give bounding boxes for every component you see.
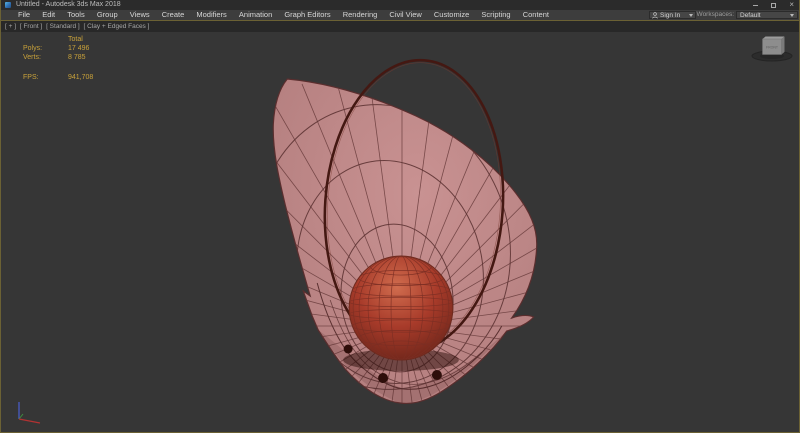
- rim-hole: [432, 370, 442, 380]
- workspaces-value: Default: [740, 12, 761, 19]
- 3d-scene: [1, 32, 799, 432]
- maximize-button[interactable]: [771, 3, 776, 8]
- menu-item-customize[interactable]: Customize: [429, 10, 474, 20]
- menu-item-views[interactable]: Views: [125, 10, 155, 20]
- x-axis: [19, 419, 40, 423]
- menu-bar: File Edit Tools Group Views Create Modif…: [1, 10, 799, 20]
- workspaces-dropdown[interactable]: Default: [736, 11, 798, 19]
- stats-polys-value: 17 496: [68, 45, 89, 53]
- menu-bar-items: File Edit Tools Group Views Create Modif…: [13, 10, 553, 20]
- viewport-label-bar: [ + ] [ Front ] [ Standard ] [ Clay + Ed…: [1, 21, 799, 32]
- menu-item-group[interactable]: Group: [92, 10, 123, 20]
- sign-in-button[interactable]: Sign In: [649, 11, 696, 19]
- user-icon: [652, 12, 658, 19]
- stats-verts-label: Verts:: [23, 54, 41, 62]
- window-title: Untitled - Autodesk 3ds Max 2018: [16, 1, 121, 8]
- viewcube-side-face: [782, 37, 785, 55]
- menu-item-civil-view[interactable]: Civil View: [384, 10, 426, 20]
- viewcube-front-label: FRONT: [766, 46, 779, 50]
- stats-header: Total: [68, 36, 83, 44]
- shell-wireframe: [141, 64, 664, 432]
- viewport-standard-menu[interactable]: [ Standard ]: [46, 21, 80, 32]
- stats-fps-value: 941,708: [68, 74, 93, 82]
- close-button[interactable]: ×: [789, 0, 794, 10]
- chevron-down-icon: [790, 14, 794, 17]
- rim-hole: [378, 373, 388, 383]
- world-axis-gizmo: [14, 401, 44, 427]
- menu-item-animation[interactable]: Animation: [234, 10, 277, 20]
- minimize-button[interactable]: [753, 5, 758, 6]
- stats-polys-label: Polys:: [23, 45, 42, 53]
- title-bar: Untitled - Autodesk 3ds Max 2018 ×: [1, 0, 799, 10]
- viewcube[interactable]: FRONT: [749, 33, 795, 63]
- menu-item-file[interactable]: File: [13, 10, 35, 20]
- menu-item-modifiers[interactable]: Modifiers: [191, 10, 231, 20]
- viewport-general-menu[interactable]: [ + ]: [5, 21, 16, 32]
- menu-item-graph-editors[interactable]: Graph Editors: [279, 10, 335, 20]
- pearl-sphere: [349, 256, 453, 360]
- stats-fps-label: FPS:: [23, 74, 39, 82]
- menu-item-rendering[interactable]: Rendering: [338, 10, 383, 20]
- chevron-down-icon: [689, 14, 693, 17]
- 3dsmax-app-icon: [5, 2, 11, 8]
- window-controls: ×: [753, 0, 794, 10]
- menu-item-create[interactable]: Create: [157, 10, 190, 20]
- viewcube-top-face: [763, 37, 785, 40]
- rim-hole: [344, 345, 353, 354]
- y-axis: [19, 414, 23, 419]
- stats-verts-value: 8 785: [68, 54, 86, 62]
- viewport-canvas[interactable]: Total Polys: 17 496 Verts: 8 785 FPS: 94…: [1, 32, 799, 432]
- viewport-shading-menu[interactable]: [ Clay + Edged Faces ]: [83, 21, 149, 32]
- workspaces-label: Workspaces:: [697, 10, 734, 20]
- menu-item-tools[interactable]: Tools: [62, 10, 90, 20]
- menu-item-content[interactable]: Content: [518, 10, 553, 20]
- menu-item-scripting[interactable]: Scripting: [476, 10, 515, 20]
- sign-in-label: Sign In: [660, 12, 680, 19]
- viewport-pov-menu[interactable]: [ Front ]: [20, 21, 42, 32]
- app-window: Untitled - Autodesk 3ds Max 2018 × File …: [0, 0, 800, 433]
- menu-item-edit[interactable]: Edit: [37, 10, 60, 20]
